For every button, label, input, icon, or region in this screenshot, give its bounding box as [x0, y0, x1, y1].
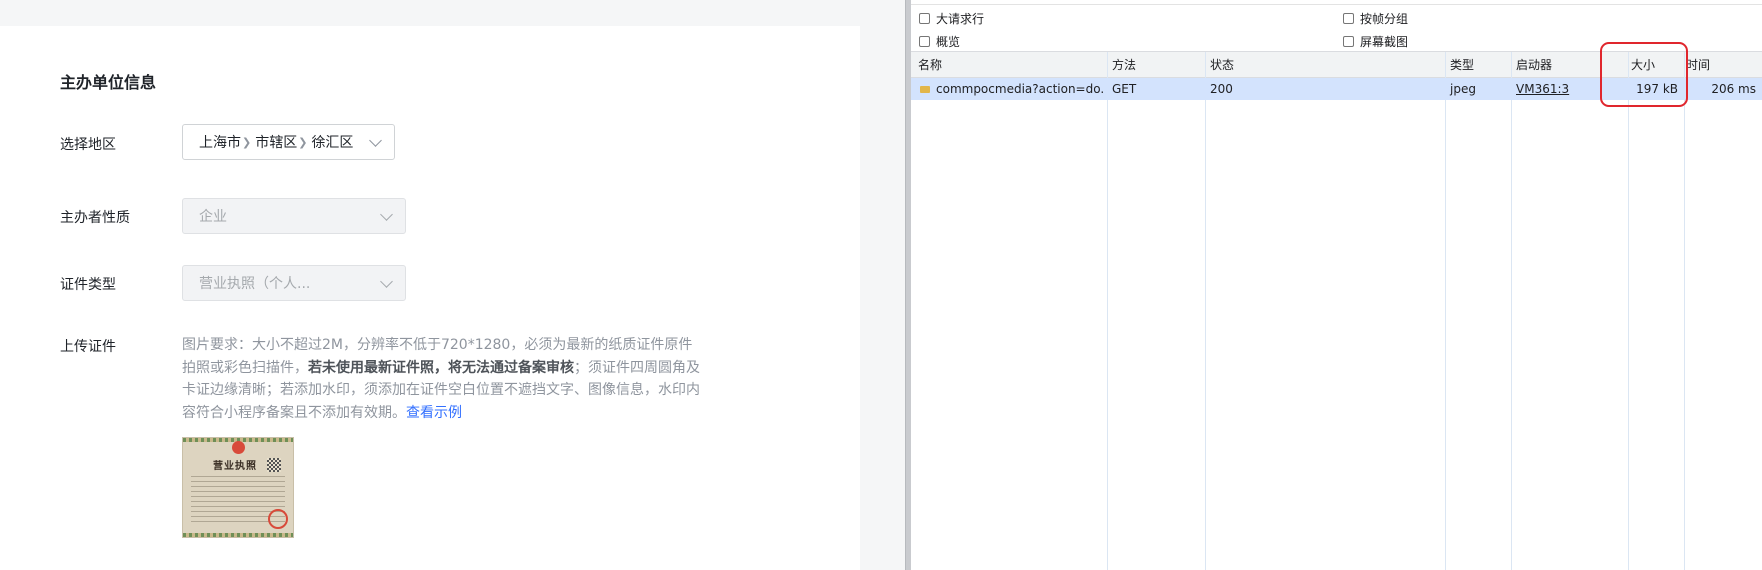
chevron-down-icon [380, 208, 393, 221]
request-name: commpocmedia?action=do... [936, 82, 1105, 96]
column-divider[interactable] [1445, 52, 1446, 570]
certificate-type-select: 营业执照（个人... [182, 265, 406, 301]
region-district: 徐汇区 [311, 135, 354, 151]
screenshots-checkbox[interactable]: 屏幕截图 [1343, 33, 1408, 50]
initiator-link[interactable]: VM361:3 [1516, 82, 1569, 96]
upload-requirements: 图片要求：大小不超过2M，分辨率不低于720*1280，必须为最新的纸质证件原件… [182, 334, 702, 424]
chevron-down-icon [369, 134, 382, 147]
column-divider[interactable] [1511, 52, 1512, 570]
checkbox-icon [919, 13, 930, 24]
checkbox-icon [1343, 36, 1354, 47]
image-file-icon [920, 86, 930, 93]
certificate-type-label: 证件类型 [60, 277, 116, 293]
cell-status: 200 [1210, 82, 1233, 96]
column-divider[interactable] [1205, 52, 1206, 570]
emblem-icon [232, 441, 245, 454]
checkbox-icon [919, 36, 930, 47]
stamp-icon [268, 509, 288, 529]
column-time[interactable]: 时间 [1681, 52, 1761, 78]
section-title: 主办单位信息 [60, 73, 157, 92]
region-label: 选择地区 [60, 137, 116, 153]
column-divider[interactable] [1628, 52, 1629, 570]
chevron-right-icon: ❯ [298, 135, 308, 149]
organizer-type-select: 企业 [182, 198, 406, 234]
view-example-link[interactable]: 查看示例 [406, 405, 462, 421]
qr-code-icon [267, 458, 281, 472]
column-divider[interactable] [1684, 52, 1685, 570]
screenshots-label: 屏幕截图 [1360, 35, 1409, 49]
cell-time: 206 ms [1711, 82, 1756, 96]
organizer-type-value: 企业 [199, 209, 227, 225]
organizer-type-label: 主办者性质 [60, 210, 130, 226]
cell-name: commpocmedia?action=do... [913, 78, 1105, 100]
cell-type: jpeg [1450, 82, 1476, 96]
thumbnail-title: 营业执照 [213, 461, 257, 472]
column-status[interactable]: 状态 [1205, 52, 1443, 78]
size-column-highlight [1600, 42, 1688, 107]
upload-label: 上传证件 [60, 339, 116, 355]
screen: 主办单位信息 选择地区 上海市 ❯ 市辖区 ❯ 徐汇区 主办者性质 企业 证件类… [0, 0, 1762, 570]
column-type[interactable]: 类型 [1445, 52, 1509, 78]
large-rows-checkbox[interactable]: 大请求行 [919, 10, 984, 27]
toolbar-strip [911, 0, 1762, 5]
organizer-info-form: 主办单位信息 选择地区 上海市 ❯ 市辖区 ❯ 徐汇区 主办者性质 企业 证件类… [0, 26, 860, 570]
cell-method: GET [1112, 82, 1137, 96]
large-rows-label: 大请求行 [936, 12, 985, 26]
certificate-type-value: 营业执照（个人... [199, 276, 311, 292]
requirement-warning: 若未使用最新证件照，将无法通过备案审核 [308, 359, 574, 376]
checkbox-icon [1343, 13, 1354, 24]
chevron-down-icon [380, 275, 393, 288]
column-divider[interactable] [1107, 52, 1108, 570]
overview-checkbox[interactable]: 概览 [919, 33, 960, 50]
region-city: 市辖区 [255, 135, 298, 151]
region-cascader[interactable]: 上海市 ❯ 市辖区 ❯ 徐汇区 [182, 124, 395, 160]
certificate-thumbnail[interactable]: 营业执照 [182, 437, 294, 538]
thumbnail-border [183, 533, 293, 537]
group-by-frame-label: 按帧分组 [1360, 12, 1409, 26]
column-name[interactable]: 名称 [913, 52, 1105, 78]
overview-label: 概览 [936, 35, 961, 49]
column-method[interactable]: 方法 [1107, 52, 1203, 78]
group-by-frame-checkbox[interactable]: 按帧分组 [1343, 10, 1408, 27]
chevron-right-icon: ❯ [242, 135, 252, 149]
region-province: 上海市 [199, 135, 241, 151]
